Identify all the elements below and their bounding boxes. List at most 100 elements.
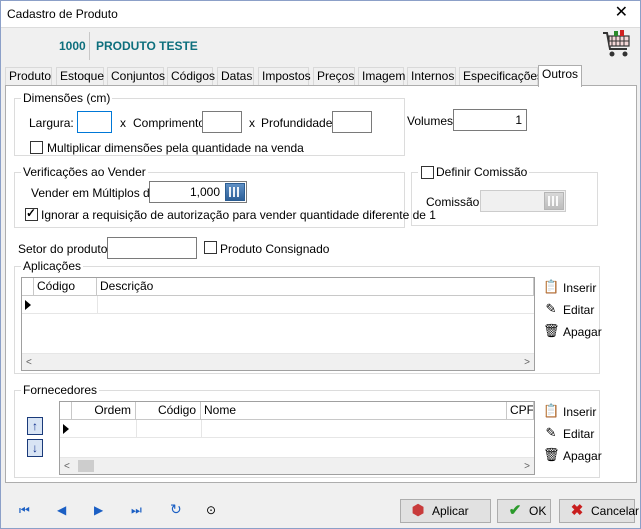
trash-icon: 🗑 xyxy=(543,323,560,338)
largura-input[interactable] xyxy=(77,111,112,133)
largura-label: Largura: xyxy=(29,116,74,130)
calculator-icon[interactable] xyxy=(225,183,245,201)
tab-impostos[interactable]: Impostos xyxy=(258,67,311,86)
row-indicator-icon xyxy=(63,424,69,434)
tab-datas[interactable]: Datas xyxy=(217,67,254,86)
scroll-left-icon[interactable]: < xyxy=(26,357,32,368)
last-record-icon[interactable]: ⏭ xyxy=(131,503,142,518)
refresh-icon[interactable]: ↻ xyxy=(170,501,182,518)
product-code: 1000 xyxy=(59,39,86,53)
apply-button[interactable]: ⬢ Aplicar xyxy=(400,499,491,523)
verificacoes-group: Verificações ao Vender Vender em Múltipl… xyxy=(14,165,436,228)
row-indicator-icon xyxy=(25,300,31,310)
ignore-auth-label: Ignorar a requisição de autorização para… xyxy=(41,208,436,222)
table-row[interactable] xyxy=(22,296,534,314)
fornecedores-group: Fornecedores ↑ ↓ Ordem Código Nome CPF <… xyxy=(14,383,602,478)
move-down-icon[interactable]: ↓ xyxy=(27,439,43,457)
cancel-label: Cancelar xyxy=(591,504,640,518)
tab-codigos[interactable]: Códigos xyxy=(167,67,215,86)
move-up-icon[interactable]: ↑ xyxy=(27,417,43,435)
consignado-label: Produto Consignado xyxy=(220,242,330,256)
col-codigo[interactable]: Código xyxy=(136,402,201,420)
col-nome[interactable]: Nome xyxy=(201,402,507,420)
times-2: x xyxy=(249,116,255,130)
times-1: x xyxy=(120,116,126,130)
fornecedores-grid[interactable]: Ordem Código Nome CPF < > xyxy=(59,401,535,475)
delete-label: Apagar xyxy=(563,325,602,339)
row-divider xyxy=(136,420,137,438)
col-cpf[interactable]: CPF xyxy=(507,402,534,420)
first-record-icon[interactable]: ⏮ xyxy=(19,503,30,518)
grid-indicator-header xyxy=(60,402,72,420)
close-icon[interactable]: ✕ xyxy=(615,4,628,22)
window-title: Cadastro de Produto xyxy=(7,7,118,21)
ignore-auth-checkbox[interactable] xyxy=(25,206,38,221)
volumes-input[interactable] xyxy=(453,109,527,131)
scroll-thumb[interactable] xyxy=(78,460,94,472)
dimensions-legend: Dimensões (cm) xyxy=(21,91,113,105)
search-icon[interactable]: ⊙ xyxy=(206,503,216,517)
apply-label: Aplicar xyxy=(432,504,469,518)
scroll-right-icon[interactable]: > xyxy=(524,357,530,368)
multiply-label: Multiplicar dimensões pela quantidade na… xyxy=(47,141,304,155)
comprimento-label: Comprimento: xyxy=(133,116,209,130)
table-row[interactable] xyxy=(60,420,534,438)
window: Cadastro de Produto ✕ 1000 PRODUTO TESTE… xyxy=(0,0,641,529)
profundidade-input[interactable] xyxy=(332,111,372,133)
tab-produto[interactable]: Produto xyxy=(5,67,52,86)
tab-outros[interactable]: Outros xyxy=(538,65,582,87)
edit-icon: ✎ xyxy=(545,425,557,440)
previous-record-icon[interactable]: ◀ xyxy=(57,503,66,517)
aplicacoes-grid[interactable]: Código Descrição < > xyxy=(21,277,535,371)
volumes-label: Volumes: xyxy=(407,114,457,128)
profundidade-label: Profundidade: xyxy=(261,116,336,130)
comissao-label: Comissão: xyxy=(426,195,483,209)
tab-internos[interactable]: Internos xyxy=(407,67,456,86)
edit-label: Editar xyxy=(563,303,595,317)
shopping-cart-icon xyxy=(603,30,630,57)
tab-conjuntos[interactable]: Conjuntos xyxy=(107,67,165,86)
scroll-right-icon[interactable]: > xyxy=(524,461,530,472)
setor-input[interactable] xyxy=(107,237,197,259)
ok-label: OK xyxy=(529,504,547,518)
multiplos-label: Vender em Múltiplos de: xyxy=(31,186,160,200)
cancel-icon: ✖ xyxy=(570,502,584,519)
verificacoes-legend: Verificações ao Vender xyxy=(21,165,148,179)
edit-icon: ✎ xyxy=(545,301,557,316)
setor-label: Setor do produto: xyxy=(18,242,111,256)
tab-especificacoes[interactable]: Especificações xyxy=(459,67,543,86)
calculator-disabled-icon xyxy=(544,192,564,210)
fornecedores-legend: Fornecedores xyxy=(21,383,100,397)
col-descricao[interactable]: Descrição xyxy=(97,278,534,296)
row-divider xyxy=(97,296,98,314)
col-ordem[interactable]: Ordem xyxy=(72,402,136,420)
grid-indicator-header xyxy=(22,278,34,296)
aplicacoes-hscrollbar[interactable]: < > xyxy=(22,353,534,370)
tab-estoque[interactable]: Estoque xyxy=(56,67,104,86)
insert-icon: 📋 xyxy=(543,279,560,294)
scroll-left-icon[interactable]: < xyxy=(64,461,70,472)
tab-panel-outros: Dimensões (cm) Largura: x Comprimento: x… xyxy=(5,85,637,483)
consignado-checkbox[interactable] xyxy=(204,241,217,254)
col-codigo[interactable]: Código xyxy=(34,278,97,296)
comissao-group: Definir Comissão Comissão: xyxy=(411,165,598,226)
insert-label: Inserir xyxy=(563,281,597,295)
fornecedores-hscrollbar[interactable]: < > xyxy=(60,457,534,474)
multiply-checkbox[interactable] xyxy=(30,141,43,154)
tab-precos[interactable]: Preços xyxy=(313,67,355,86)
comprimento-input[interactable] xyxy=(202,111,242,133)
product-header: 1000 PRODUTO TESTE xyxy=(1,27,640,63)
header-divider xyxy=(89,32,90,60)
insert-icon: 📋 xyxy=(543,403,560,418)
tab-imagem[interactable]: Imagem xyxy=(358,67,405,86)
ok-button[interactable]: ✔ OK xyxy=(497,499,551,523)
row-divider xyxy=(201,420,202,438)
insert-label: Inserir xyxy=(563,405,597,419)
aplicacoes-legend: Aplicações xyxy=(21,259,84,273)
edit-label: Editar xyxy=(563,427,595,441)
trash-icon: 🗑 xyxy=(543,447,560,462)
title-bar: Cadastro de Produto ✕ xyxy=(1,1,640,27)
definir-comissao-checkbox[interactable] xyxy=(421,166,434,179)
next-record-icon[interactable]: ▶ xyxy=(94,503,103,517)
cancel-button[interactable]: ✖ Cancelar xyxy=(559,499,639,523)
